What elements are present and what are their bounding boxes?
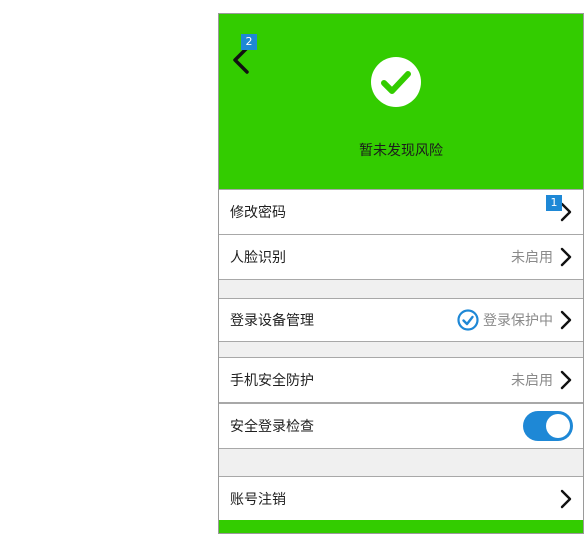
- cancel-account-row[interactable]: 账号注销: [219, 476, 583, 522]
- toggle-knob: [546, 414, 570, 438]
- row-right: 未启用: [511, 247, 573, 267]
- bottom-green-strip: [219, 520, 583, 533]
- login-check-label: 安全登录检查: [230, 419, 314, 435]
- device-protection-status: 登录保护中: [483, 313, 553, 329]
- device-management-label: 登录设备管理: [230, 313, 314, 329]
- phone-protection-status: 未启用: [511, 373, 553, 389]
- check-circle-icon: [371, 57, 421, 107]
- chevron-right-icon: [560, 489, 572, 509]
- back-button-badge: 2: [241, 34, 257, 50]
- security-status-header: 2 暂未发现风险: [219, 14, 583, 189]
- change-password-badge: 1: [546, 195, 562, 211]
- face-recognition-row[interactable]: 人脸识别 未启用: [219, 234, 583, 280]
- row-right: 登录保护中: [457, 309, 573, 331]
- face-recognition-label: 人脸识别: [230, 250, 286, 266]
- row-right: [559, 489, 573, 509]
- security-screen: 2 暂未发现风险 修改密码 1 人脸识别 未启用 登录设备管理 登录保护中 手机…: [218, 13, 584, 534]
- cancel-account-label: 账号注销: [230, 492, 286, 508]
- change-password-label: 修改密码: [230, 205, 286, 221]
- device-management-row[interactable]: 登录设备管理 登录保护中: [219, 298, 583, 342]
- phone-protection-label: 手机安全防护: [230, 373, 314, 389]
- chevron-right-icon: [560, 310, 572, 330]
- phone-protection-row[interactable]: 手机安全防护 未启用: [219, 357, 583, 403]
- row-right: [523, 411, 573, 441]
- login-check-row: 安全登录检查: [219, 403, 583, 449]
- face-recognition-status: 未启用: [511, 250, 553, 266]
- chevron-right-icon: [560, 247, 572, 267]
- row-right: 未启用: [511, 370, 573, 390]
- change-password-row[interactable]: 修改密码 1: [219, 189, 583, 235]
- shield-check-icon: [457, 309, 479, 331]
- risk-status-text: 暂未发现风险: [359, 143, 443, 159]
- chevron-right-icon: [560, 370, 572, 390]
- login-check-toggle[interactable]: [523, 411, 573, 441]
